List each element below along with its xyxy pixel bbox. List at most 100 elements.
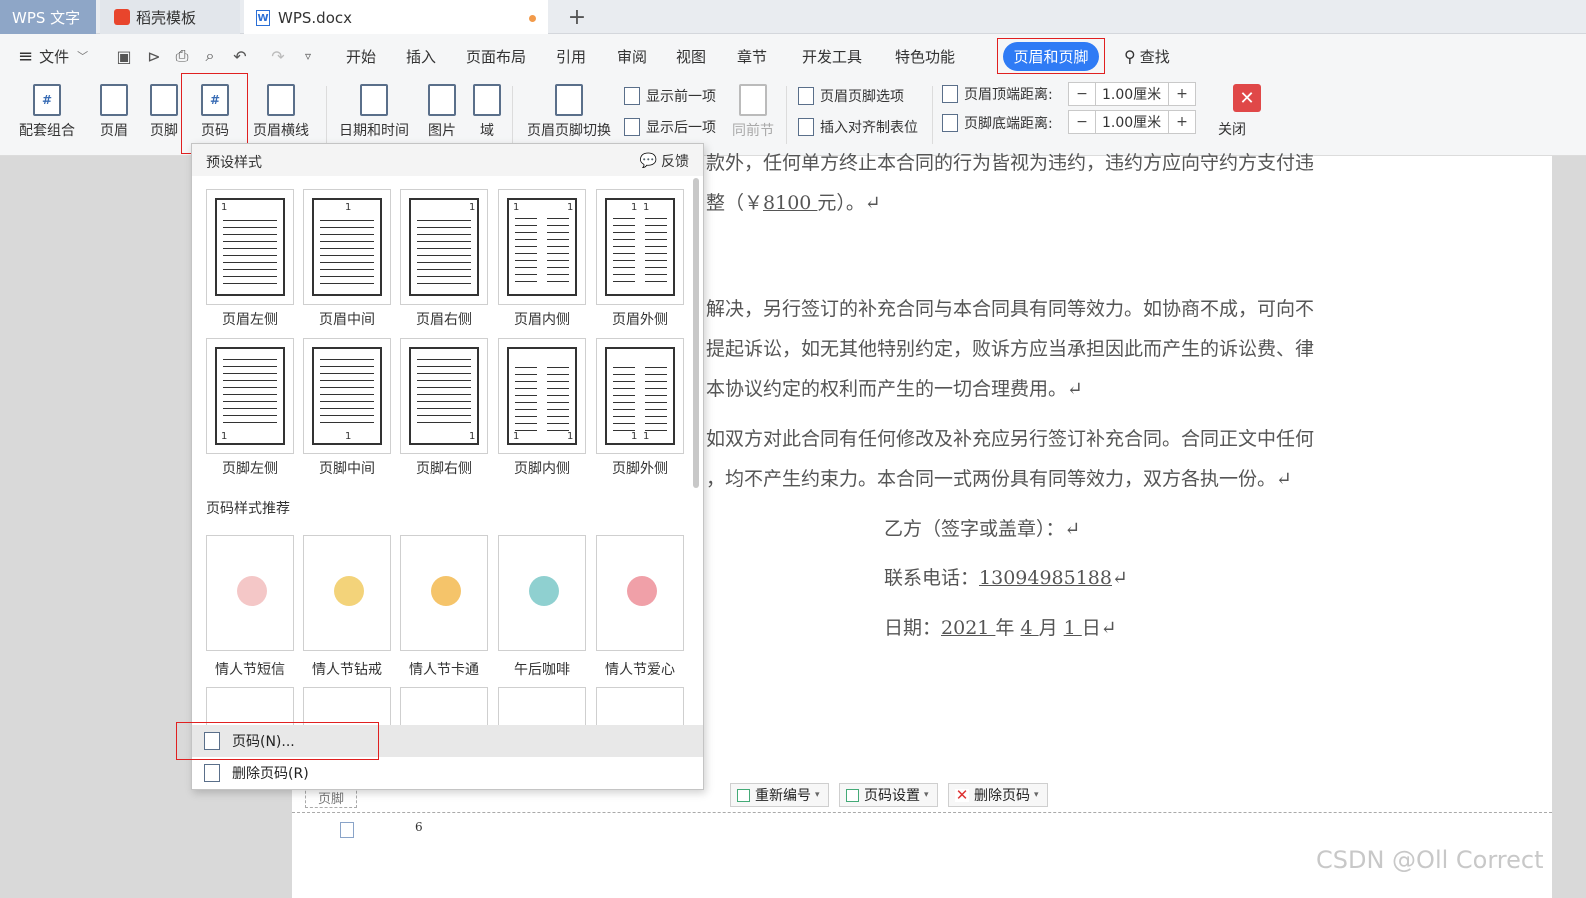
recommend-thumbnail[interactable] (498, 535, 586, 651)
show-prev-label: 显示前一项 (646, 89, 716, 105)
doc-line: 解决，另行签订的补充合同与本合同具有同等效力。如协商不成，可向不 (706, 298, 1315, 320)
preset-thumbnail[interactable]: 1 (303, 189, 391, 305)
combo-icon: # (33, 84, 61, 116)
preset-thumbnail[interactable]: 11 (596, 189, 684, 305)
save-icon[interactable]: ▣ (114, 46, 134, 66)
header-button[interactable]: 页眉 (94, 84, 134, 140)
preset-thumbnail[interactable]: 1 (400, 338, 488, 454)
search-icon: ⚲ (1124, 46, 1136, 66)
print-icon[interactable]: ⎙ (172, 46, 192, 66)
search-button[interactable]: ⚲ 查找 (1124, 34, 1170, 78)
recommend-thumbnail[interactable] (206, 535, 294, 651)
close-label[interactable]: 关闭 (1218, 119, 1246, 139)
tab-daoke-templates[interactable]: 稻壳模板 (100, 0, 240, 34)
format-painter-icon[interactable]: ⊳ (144, 46, 164, 66)
menu-item-layout[interactable]: 页面布局 (466, 34, 526, 78)
decrement-button[interactable]: − (1069, 111, 1095, 133)
menu-item-references[interactable]: 引用 (556, 34, 586, 78)
menu-item-view[interactable]: 视图 (676, 34, 706, 78)
insert-tab-stop-button[interactable]: 插入对齐制表位 (798, 117, 918, 137)
header-line-label: 页眉横线 (253, 123, 309, 139)
decrement-button[interactable]: − (1069, 83, 1095, 105)
feedback-button[interactable]: 💬 反馈 (640, 151, 689, 171)
menu-item-review[interactable]: 审阅 (617, 34, 647, 78)
doc-text: 月 (1038, 617, 1064, 639)
footer-bottom-label-text: 页脚底端距离: (964, 116, 1053, 132)
tab-header-footer[interactable]: 页眉和页脚 (1003, 42, 1099, 71)
picture-button[interactable]: 图片 (422, 84, 462, 140)
same-prev-button[interactable]: 同前节 (730, 84, 776, 140)
combo-label: 配套组合 (19, 123, 75, 139)
footer-bottom-distance-spinner: −1.00厘米 + (1068, 110, 1196, 134)
show-next-button[interactable]: 显示后一项 (624, 117, 716, 137)
recommend-thumbnail-partial[interactable] (596, 687, 684, 725)
hf-options-button[interactable]: 页眉页脚选项 (798, 86, 904, 106)
redo-icon[interactable]: ↷ (268, 46, 288, 66)
recommend-thumbnail-partial[interactable] (400, 687, 488, 725)
increment-button[interactable]: + (1169, 83, 1195, 105)
footer-button[interactable]: 页脚 (144, 84, 184, 140)
header-top-label-text: 页眉顶端距离: (964, 87, 1053, 103)
renumber-button[interactable]: 重新编号 ▾ (730, 783, 829, 807)
delete-page-number-icon (204, 764, 220, 782)
header-top-distance-input[interactable]: 1.00厘米 (1095, 83, 1169, 105)
increment-button[interactable]: + (1169, 111, 1195, 133)
datetime-button[interactable]: 日期和时间 (336, 84, 412, 140)
delete-page-number-button[interactable]: ✕ 删除页码 ▾ (948, 783, 1048, 807)
undo-icon[interactable]: ↶ (230, 46, 250, 66)
datetime-label: 日期和时间 (339, 123, 409, 139)
print-preview-icon[interactable]: ⌕ (200, 46, 220, 66)
tab-document[interactable]: W WPS.docx (244, 0, 548, 34)
recommend-thumbnail[interactable] (303, 535, 391, 651)
page-setup-button[interactable]: 页码设置 ▾ (839, 783, 938, 807)
preset-page-number: 1 (513, 202, 520, 213)
file-menu[interactable]: ≡ 文件 ﹀ (18, 34, 88, 78)
menu-item-features[interactable]: 特色功能 (895, 34, 955, 78)
doc-text: 日↵ (1081, 617, 1117, 639)
preset-page-number: 1 (513, 431, 520, 442)
field-button[interactable]: 域 (472, 84, 502, 140)
recommend-thumbnail-partial[interactable] (303, 687, 391, 725)
doc-text: 联系电话： (884, 567, 980, 589)
preset-thumbnail[interactable]: 1 (206, 338, 294, 454)
renumber-icon (737, 788, 750, 802)
doc-line: 本协议约定的权利而产生的一切合理费用。↵ (706, 378, 1083, 400)
preset-thumbnail[interactable]: 11 (498, 338, 586, 454)
preset-thumbnail[interactable]: 1 (400, 189, 488, 305)
preset-thumbnail[interactable]: 11 (596, 338, 684, 454)
recommend-thumbnail[interactable] (596, 535, 684, 651)
menu-item-developer[interactable]: 开发工具 (802, 34, 862, 78)
recommend-thumbnail-partial[interactable] (498, 687, 586, 725)
show-next-label: 显示后一项 (646, 120, 716, 136)
header-line-button[interactable]: 页眉横线 (246, 84, 316, 140)
ribbon-separator (932, 86, 933, 144)
preset-label: 页脚中间 (319, 461, 375, 477)
menu-item-home[interactable]: 开始 (346, 34, 376, 78)
page-number-dropdown: 预设样式 💬 反馈 1 页眉左侧 1 页眉中间 1 页眉右侧 1 1 页眉内侧 1 1 页眉外侧 1 页脚左… (191, 143, 704, 790)
doc-text: 元）。↵ (817, 192, 881, 214)
footer-bottom-distance-input[interactable]: 1.00厘米 (1095, 111, 1169, 133)
new-tab-button[interactable]: + (560, 0, 594, 34)
page-number-item-highlight-box (176, 722, 379, 760)
show-prev-button[interactable]: 显示前一项 (624, 86, 716, 106)
preset-label: 页脚右侧 (416, 461, 472, 477)
menu-item-chapter[interactable]: 章节 (737, 34, 767, 78)
close-icon[interactable]: ✕ (1233, 84, 1261, 112)
delete-page-number-menu-item[interactable]: 删除页码(R) (192, 757, 703, 789)
preset-thumbnail[interactable]: 1 (206, 189, 294, 305)
menu-item-insert[interactable]: 插入 (406, 34, 436, 78)
dropdown-scrollbar[interactable] (693, 178, 699, 488)
recommend-thumbnail[interactable] (400, 535, 488, 651)
footer-page-icon[interactable] (340, 822, 354, 838)
recommend-thumbnail-partial[interactable] (206, 687, 294, 725)
preset-thumbnail[interactable]: 1 (303, 338, 391, 454)
combo-button[interactable]: # 配套组合 (14, 84, 80, 140)
ribbon-separator (786, 86, 787, 144)
preset-page-preview: 1 (312, 347, 382, 445)
preset-thumbnail[interactable]: 11 (498, 189, 586, 305)
delete-page-number-label: 删除页码 (974, 788, 1030, 804)
chevron-down-icon: ▾ (815, 790, 820, 800)
switch-header-footer-button[interactable]: 页眉页脚切换 (524, 84, 614, 140)
customize-toolbar-icon[interactable]: ▿ (298, 46, 318, 66)
tab-wps-writer[interactable]: WPS 文字 (0, 0, 96, 34)
